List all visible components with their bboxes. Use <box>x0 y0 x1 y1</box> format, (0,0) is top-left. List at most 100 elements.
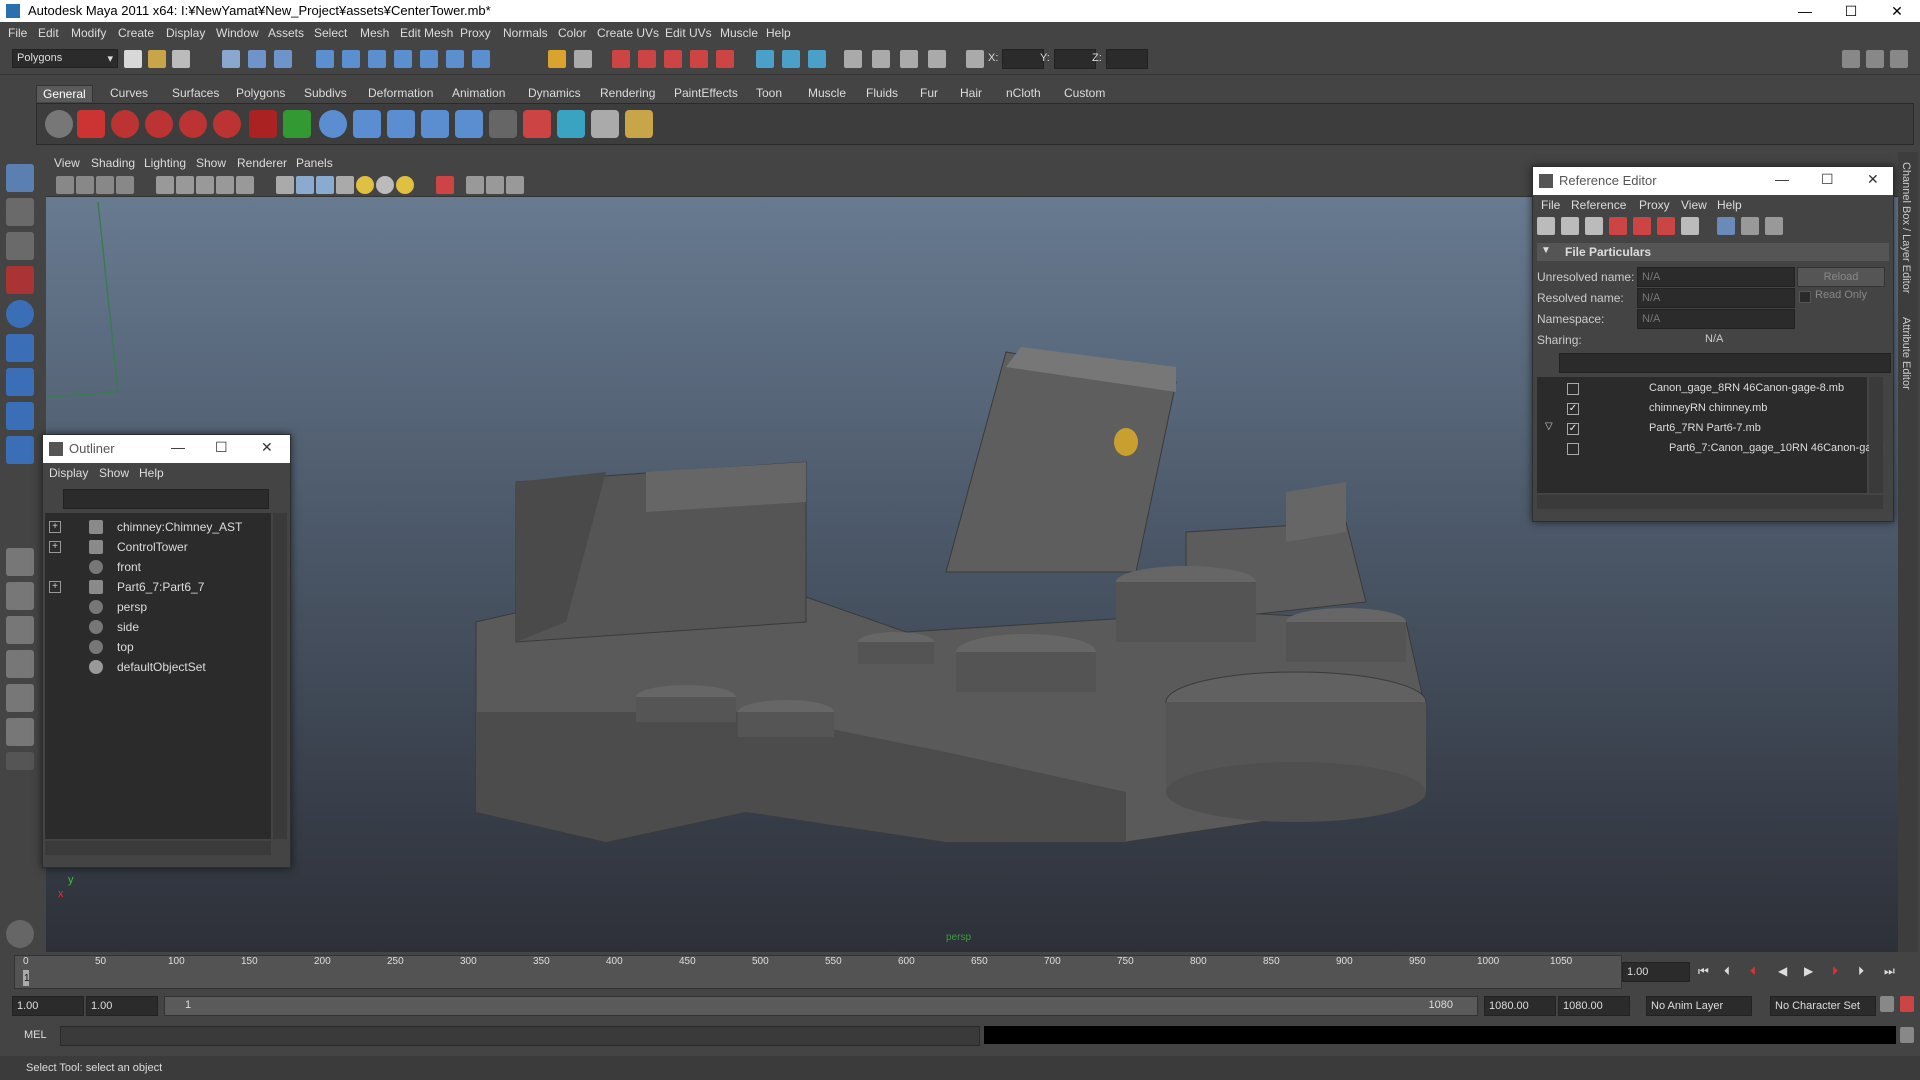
uv-editor-icon[interactable] <box>591 110 619 138</box>
save-scene-icon[interactable] <box>172 50 190 68</box>
outliner-close-button[interactable]: ✕ <box>261 439 273 456</box>
menu-proxy[interactable]: Proxy <box>460 26 491 40</box>
list-item[interactable]: + chimney:Chimney_AST <box>45 517 275 537</box>
shelf-tab-custom[interactable]: Custom <box>1058 85 1111 101</box>
outliner-icon[interactable] <box>489 110 517 138</box>
menuset-dropdown[interactable]: Polygons ▾ <box>12 49 118 68</box>
step-back-key-icon[interactable]: ⏴ <box>1750 964 1756 979</box>
hypershade-shelf-icon[interactable] <box>557 110 585 138</box>
ik-handle-icon[interactable] <box>387 110 415 138</box>
graph-editor-icon[interactable] <box>872 50 890 68</box>
refeditor-menu-proxy[interactable]: Proxy <box>1639 198 1670 212</box>
rotate-tool-icon[interactable] <box>6 300 34 328</box>
history-icon[interactable] <box>446 50 464 68</box>
dope-sheet-icon[interactable] <box>900 50 918 68</box>
list-item[interactable]: ▽ ✓ Part6_7RN Part6-7.mb <box>1539 419 1879 439</box>
anim-layer-dropdown[interactable]: No Anim Layer <box>1646 996 1752 1016</box>
x-field[interactable] <box>1002 49 1044 69</box>
reference-hscrollbar[interactable] <box>1537 495 1883 509</box>
z-field[interactable] <box>1106 49 1148 69</box>
transform-mode-icon[interactable] <box>966 50 984 68</box>
resolved-name-field[interactable]: N/A <box>1637 288 1795 308</box>
list-item[interactable]: ✓ chimneyRN chimney.mb <box>1539 399 1879 419</box>
outliner-layout-icon[interactable] <box>808 50 826 68</box>
snap-view-plane-icon[interactable] <box>394 50 412 68</box>
recycle-icon[interactable] <box>283 110 311 138</box>
list-item[interactable]: Part6_7:Canon_gage_10RN 46Canon-gage <box>1539 439 1884 459</box>
menu-mesh[interactable]: Mesh <box>360 26 389 40</box>
list-item[interactable]: + ControlTower <box>45 537 275 557</box>
attribute-editor-tab[interactable]: Attribute Editor <box>1900 317 1912 390</box>
outliner-menu-show[interactable]: Show <box>99 466 129 480</box>
refeditor-menu-help[interactable]: Help <box>1717 198 1742 212</box>
reference-filter-input[interactable] <box>1559 353 1891 373</box>
delete-icon[interactable] <box>213 110 241 138</box>
script-editor-icon[interactable] <box>844 50 862 68</box>
list-item[interactable]: + Part6_7:Part6_7 <box>45 577 275 597</box>
playback-start-field[interactable]: 1.00 <box>86 996 158 1016</box>
paint-brush-icon[interactable] <box>625 110 653 138</box>
minimize-button[interactable]: — <box>1782 0 1828 22</box>
select-component-icon[interactable] <box>274 50 292 68</box>
tree-view-icon[interactable] <box>1741 217 1759 235</box>
list-item[interactable]: front <box>45 557 275 577</box>
layout-hypershade-pane-icon[interactable] <box>6 684 34 712</box>
reference-checkbox[interactable] <box>1567 443 1579 455</box>
paint-weights-icon[interactable] <box>455 110 483 138</box>
select-tool-icon[interactable] <box>6 164 34 192</box>
outliner-menu-help[interactable]: Help <box>139 466 164 480</box>
refeditor-close-button[interactable]: ✕ <box>1867 171 1879 188</box>
snap-curve-icon[interactable] <box>342 50 360 68</box>
play-backward-icon[interactable]: ◀ <box>1778 964 1787 978</box>
unload-reference-icon[interactable] <box>1633 217 1651 235</box>
shelf-tab-ncloth[interactable]: nCloth <box>1000 85 1047 101</box>
expand-icon[interactable]: + <box>49 581 61 593</box>
layout-more-icon[interactable] <box>6 752 34 770</box>
outliner-maximize-button[interactable]: ☐ <box>215 439 228 456</box>
refeditor-maximize-button[interactable]: ☐ <box>1821 171 1834 188</box>
input-output-icon[interactable] <box>548 50 566 68</box>
layout-single-pane-icon[interactable] <box>6 548 34 576</box>
hypergraph-icon[interactable] <box>928 50 946 68</box>
animation-end-field[interactable]: 1080.00 <box>1558 996 1630 1016</box>
list-view-icon[interactable] <box>1717 217 1735 235</box>
render-globals-icon[interactable] <box>45 110 73 138</box>
layout-uv-pane-icon[interactable] <box>6 718 34 746</box>
reference-checkbox[interactable]: ✓ <box>1567 423 1579 435</box>
shelf-tab-rendering[interactable]: Rendering <box>594 85 661 101</box>
select-hierarchy-icon[interactable] <box>222 50 240 68</box>
shelf-tab-painteffects[interactable]: PaintEffects <box>668 85 744 101</box>
layout-four-icon[interactable] <box>782 50 800 68</box>
remove-reference-icon[interactable] <box>1609 217 1627 235</box>
hotbox-icon[interactable] <box>6 920 34 948</box>
refeditor-menu-view[interactable]: View <box>1681 198 1707 212</box>
menu-select[interactable]: Select <box>314 26 347 40</box>
render-frame-icon[interactable] <box>612 50 630 68</box>
joint-tool-icon[interactable] <box>353 110 381 138</box>
lasso-tool-icon[interactable] <box>6 198 34 226</box>
shelf-tab-toon[interactable]: Toon <box>750 85 788 101</box>
menu-window[interactable]: Window <box>216 26 259 40</box>
command-language-label[interactable]: MEL <box>24 1029 47 1041</box>
auto-key-icon[interactable] <box>1880 996 1894 1012</box>
maximize-button[interactable]: ☐ <box>1828 0 1874 22</box>
unresolved-name-field[interactable]: N/A <box>1637 267 1795 287</box>
open-scene-icon[interactable] <box>148 50 166 68</box>
show-tool-settings-icon[interactable] <box>1890 50 1908 68</box>
outliner-hscrollbar[interactable] <box>45 841 271 855</box>
delete-history-icon[interactable] <box>111 110 139 138</box>
render-settings-icon[interactable] <box>664 50 682 68</box>
reload-reference-icon[interactable] <box>1657 217 1675 235</box>
make-live-icon[interactable] <box>420 50 438 68</box>
menu-display[interactable]: Display <box>166 26 205 40</box>
channel-box-tab[interactable]: Channel Box / Layer Editor <box>1900 162 1912 293</box>
move-tool-icon[interactable] <box>6 266 34 294</box>
help-icon[interactable] <box>77 110 105 138</box>
go-to-end-icon[interactable]: ⏭ <box>1884 964 1895 979</box>
y-field[interactable] <box>1054 49 1096 69</box>
new-scene-icon[interactable] <box>124 50 142 68</box>
render-view-icon[interactable] <box>716 50 734 68</box>
center-pivot-icon[interactable] <box>179 110 207 138</box>
list-item[interactable]: Canon_gage_8RN 46Canon-gage-8.mb <box>1539 379 1879 399</box>
time-slider[interactable]: 0 50 100 150 200 250 300 350 400 450 500… <box>14 955 1622 989</box>
